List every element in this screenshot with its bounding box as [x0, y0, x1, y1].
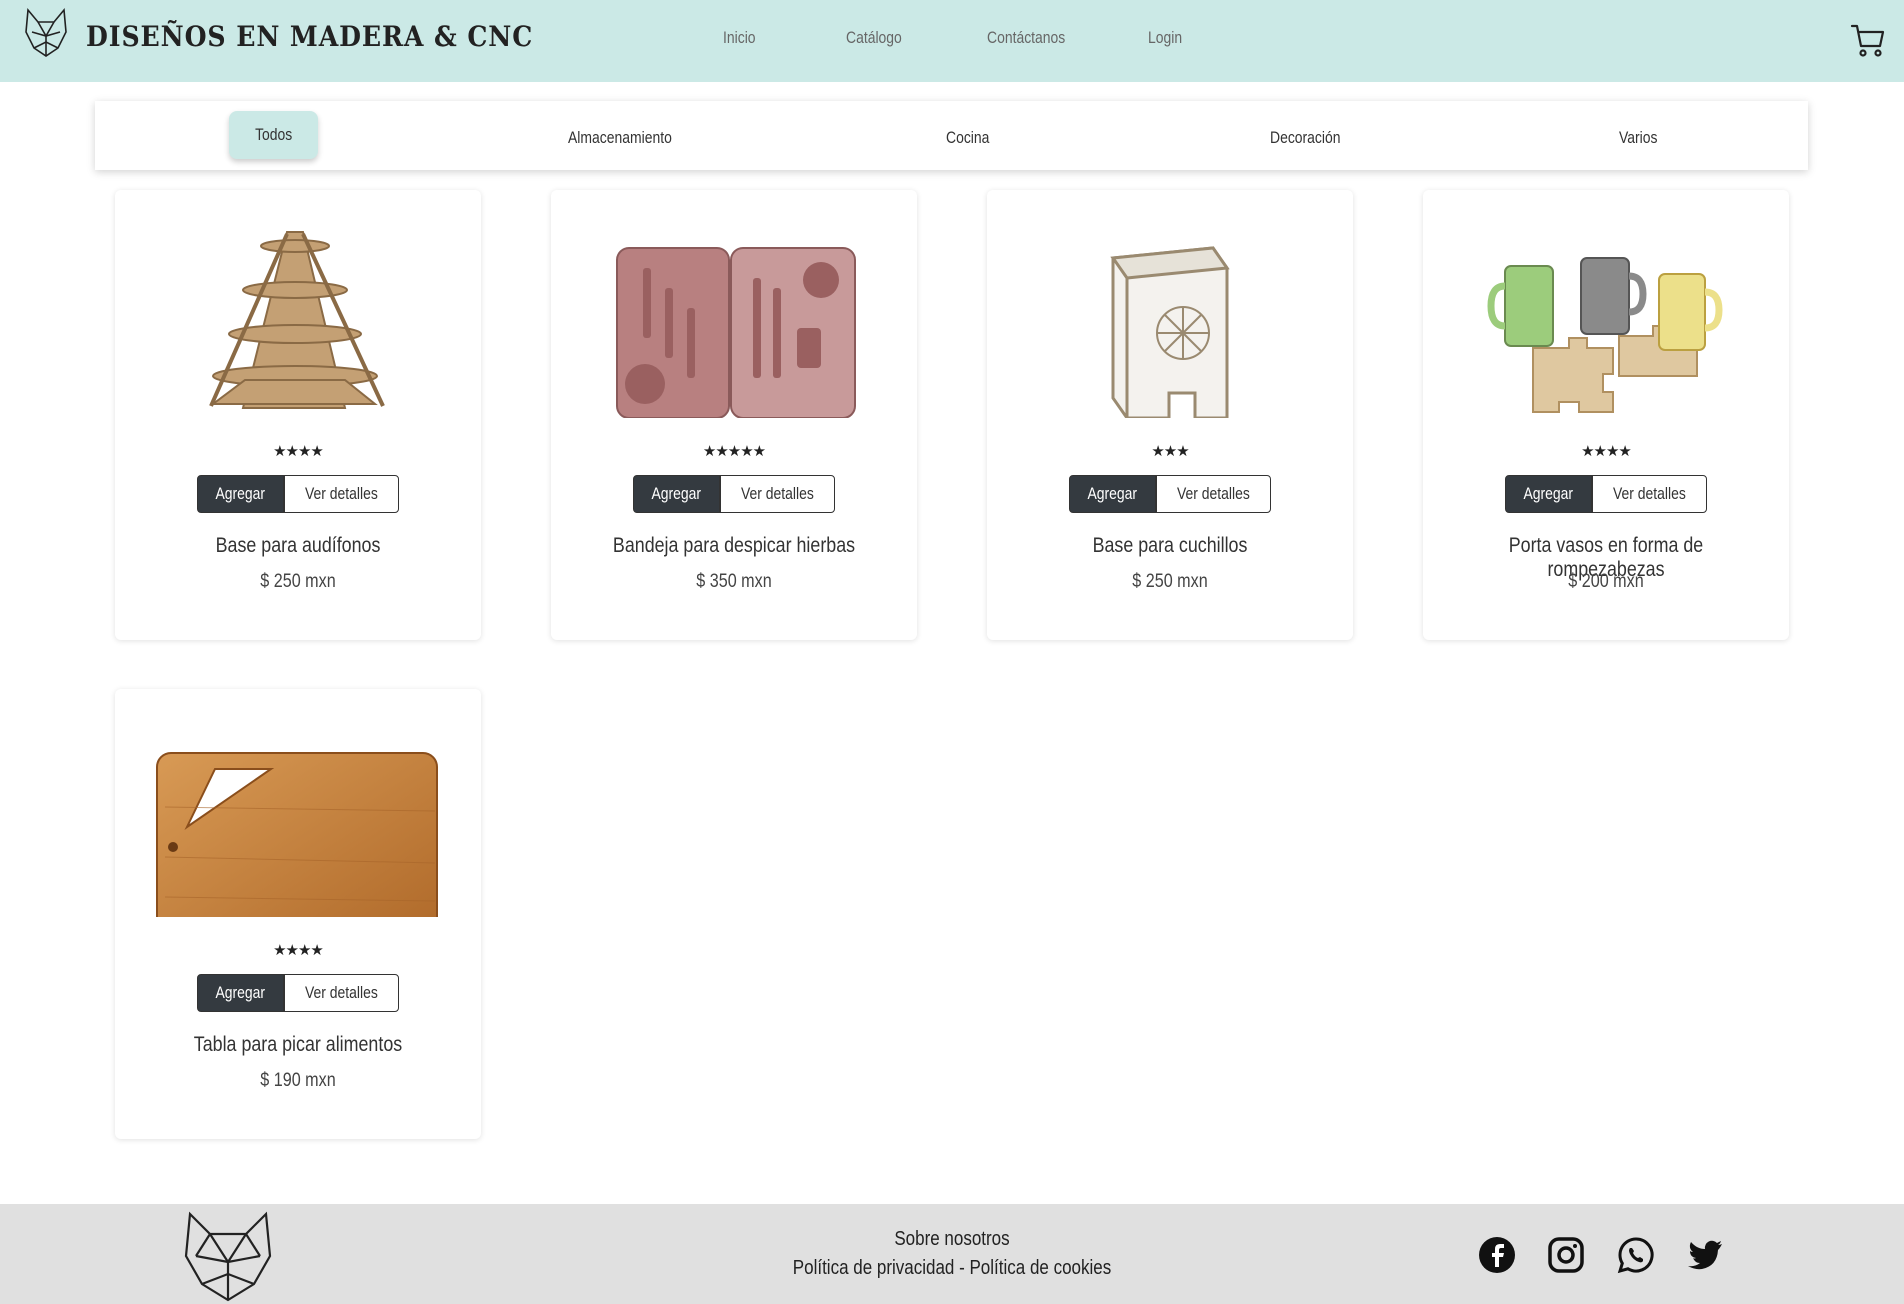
category-filter-bar: Todos Almacenamiento Cocina Decoración V…	[95, 101, 1808, 170]
top-navbar: DISEÑOS EN MADERA & CNC Inicio Catálogo …	[0, 0, 1904, 82]
product-price: $ 190 mxn	[260, 1070, 336, 1091]
twitter-icon[interactable]	[1687, 1236, 1725, 1274]
brand-title[interactable]: DISEÑOS EN MADERA & CNC	[86, 20, 533, 53]
view-details-button[interactable]: Ver detalles	[283, 974, 399, 1012]
whatsapp-icon[interactable]	[1617, 1236, 1655, 1274]
add-to-cart-button[interactable]: Agregar	[633, 475, 720, 513]
add-to-cart-button[interactable]: Agregar	[197, 974, 284, 1012]
view-details-button[interactable]: Ver detalles	[1591, 475, 1707, 513]
details-label: Ver detalles	[304, 983, 378, 1002]
add-to-cart-button[interactable]: Agregar	[1069, 475, 1156, 513]
product-image[interactable]	[611, 208, 857, 418]
product-card: ★★★★★ Agregar Ver detalles Bandeja para d…	[551, 190, 917, 640]
view-details-button[interactable]: Ver detalles	[719, 475, 835, 513]
product-image[interactable]	[145, 707, 445, 917]
rating-stars: ★★★★	[273, 443, 324, 460]
filter-todos-label: Todos	[255, 125, 293, 144]
product-image[interactable]	[1047, 208, 1293, 418]
card-actions: Agregar Ver detalles	[115, 475, 481, 513]
add-label: Agregar	[1523, 484, 1574, 503]
product-image[interactable]	[1483, 208, 1729, 418]
product-card: ★★★★ Agregar Ver detalles Tabla para pica…	[115, 689, 481, 1139]
details-label: Ver detalles	[1612, 484, 1686, 503]
cart-icon[interactable]	[1850, 22, 1886, 58]
details-label: Ver detalles	[1176, 484, 1250, 503]
nav-catalogo[interactable]: Catálogo	[846, 28, 902, 48]
nav-login[interactable]: Login	[1148, 28, 1182, 48]
rating-stars: ★★★	[1151, 443, 1189, 460]
add-label: Agregar	[215, 983, 266, 1002]
product-price: $ 350 mxn	[696, 571, 772, 592]
card-actions: Agregar Ver detalles	[1423, 475, 1789, 513]
add-label: Agregar	[215, 484, 266, 503]
add-to-cart-button[interactable]: Agregar	[197, 475, 284, 513]
rating-stars: ★★★★★	[702, 443, 766, 460]
wolf-logo-icon	[184, 1211, 272, 1302]
rating-stars: ★★★★	[273, 942, 324, 959]
nav-inicio[interactable]: Inicio	[723, 28, 756, 48]
filter-almacenamiento[interactable]: Almacenamiento	[568, 128, 672, 148]
product-price: $ 250 mxn	[1132, 571, 1208, 592]
product-name: Bandeja para despicar hierbas	[612, 534, 856, 557]
card-actions: Agregar Ver detalles	[987, 475, 1353, 513]
product-name: Base para cuchillos	[1092, 534, 1248, 557]
add-label: Agregar	[651, 484, 702, 503]
nav-contactanos[interactable]: Contáctanos	[987, 28, 1065, 48]
product-name: Tabla para picar alimentos	[193, 1033, 403, 1056]
view-details-button[interactable]: Ver detalles	[1155, 475, 1271, 513]
add-to-cart-button[interactable]: Agregar	[1505, 475, 1592, 513]
card-actions: Agregar Ver detalles	[115, 974, 481, 1012]
product-price: $ 250 mxn	[260, 571, 336, 592]
filter-decoracion[interactable]: Decoración	[1270, 128, 1341, 148]
details-label: Ver detalles	[740, 484, 814, 503]
product-card: ★★★ Agregar Ver detalles Base para cuchil…	[987, 190, 1353, 640]
product-price: $ 200 mxn	[1568, 571, 1644, 592]
product-name: Base para audífonos	[215, 534, 381, 557]
filter-varios[interactable]: Varios	[1619, 128, 1657, 148]
rating-stars: ★★★★	[1581, 443, 1632, 460]
wolf-logo-icon[interactable]	[22, 6, 70, 60]
product-card: ★★★★ Agregar Ver detalles Base para audíf…	[115, 190, 481, 640]
product-image[interactable]	[175, 208, 421, 418]
site-footer: Sobre nosotros Política de privacidad - …	[0, 1204, 1904, 1304]
add-label: Agregar	[1087, 484, 1138, 503]
footer-about-link[interactable]: Sobre nosotros	[782, 1228, 1122, 1251]
filter-cocina[interactable]: Cocina	[946, 128, 989, 148]
footer-policies-links[interactable]: Política de privacidad - Política de coo…	[782, 1257, 1122, 1280]
instagram-icon[interactable]	[1547, 1236, 1585, 1274]
details-label: Ver detalles	[304, 484, 378, 503]
card-actions: Agregar Ver detalles	[551, 475, 917, 513]
product-card: ★★★★ Agregar Ver detalles Porta vasos en …	[1423, 190, 1789, 640]
filter-todos[interactable]: Todos	[229, 111, 319, 159]
view-details-button[interactable]: Ver detalles	[283, 475, 399, 513]
facebook-icon[interactable]	[1478, 1236, 1516, 1274]
